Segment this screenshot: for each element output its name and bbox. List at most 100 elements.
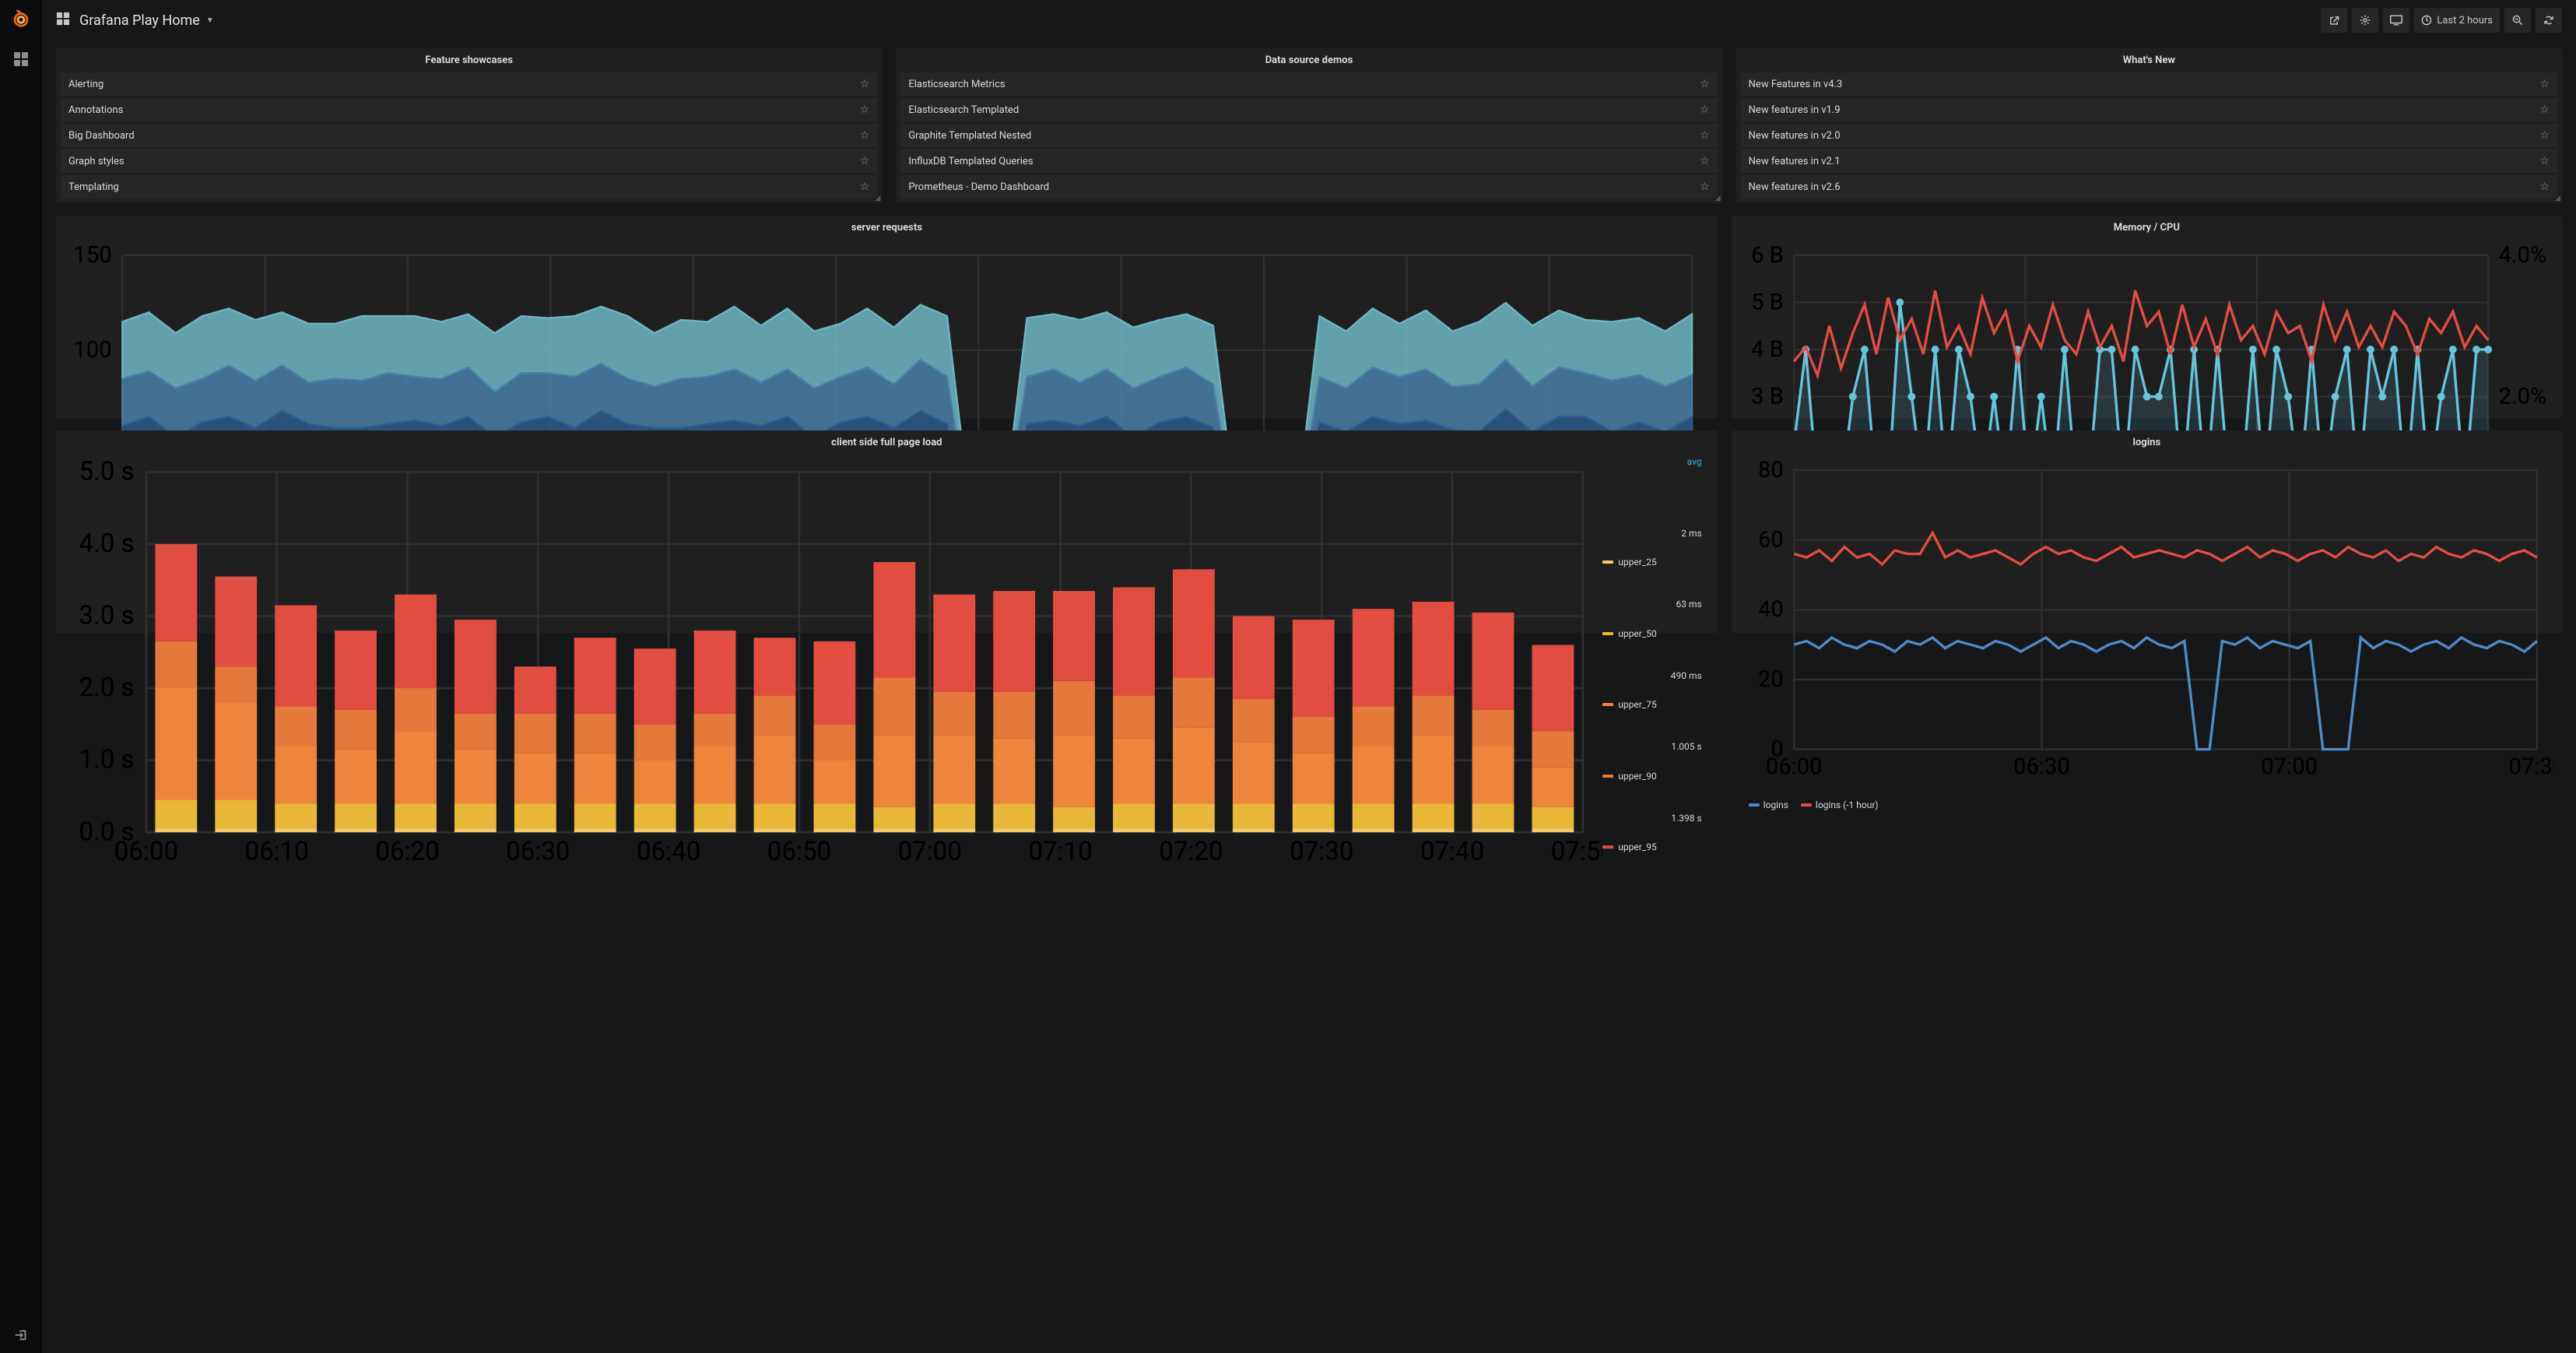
panel-title: logins — [1732, 430, 2562, 453]
svg-text:3 B: 3 B — [1751, 383, 1784, 409]
dashboard-link[interactable]: Annotations ☆ — [61, 98, 877, 121]
link-panel: Feature showcasesAlerting☆Annotations☆Bi… — [56, 48, 882, 203]
star-icon[interactable]: ☆ — [1700, 181, 1710, 193]
legend-item[interactable]: upper_95 — [1602, 813, 1656, 882]
svg-text:06:00: 06:00 — [114, 837, 178, 867]
dashboard-link[interactable]: New features in v2.0 ☆ — [1741, 124, 2557, 147]
star-icon[interactable]: ☆ — [2539, 78, 2550, 90]
svg-text:40: 40 — [1758, 596, 1784, 623]
dashboard-link-label: Alerting — [68, 79, 104, 90]
star-icon[interactable]: ☆ — [2539, 129, 2550, 142]
settings-button[interactable] — [2352, 8, 2378, 33]
dashboard-link-label: Elasticsearch Metrics — [908, 79, 1005, 90]
legend-item[interactable]: upper_25 — [1602, 528, 1656, 597]
dashboard-link[interactable]: New features in v2.6 ☆ — [1741, 175, 2557, 199]
time-range-label: Last 2 hours — [2437, 15, 2493, 26]
panel-title: Data source demos — [896, 48, 1721, 71]
svg-text:06:10: 06:10 — [245, 837, 309, 867]
svg-text:07:50: 07:50 — [1551, 837, 1603, 867]
resize-handle[interactable]: ◢ — [2555, 195, 2560, 202]
dashboard-link[interactable]: New Features in v4.3 ☆ — [1741, 72, 2557, 96]
dashboard-link-label: New features in v2.1 — [1749, 156, 1841, 167]
legend-item[interactable]: logins (-1 hour) — [1801, 800, 1879, 810]
panel-memory-cpu: Memory / CPU0 B0.0%1 B2 B3 B2.0%4 B5 B6 … — [1732, 216, 2562, 418]
legend-item[interactable]: upper_75 — [1602, 670, 1656, 740]
resize-handle[interactable]: ◢ — [1715, 195, 1721, 202]
svg-text:06:20: 06:20 — [375, 837, 439, 867]
dashboard-link[interactable]: New features in v2.1 ☆ — [1741, 149, 2557, 173]
dashboard-link-label: Templating — [68, 181, 119, 193]
svg-text:06:40: 06:40 — [637, 837, 700, 867]
star-icon[interactable]: ☆ — [860, 129, 870, 142]
star-icon[interactable]: ☆ — [1700, 129, 1710, 142]
dashboard-title-dropdown[interactable]: Grafana Play Home ▼ — [56, 12, 214, 29]
grafana-logo-icon[interactable] — [10, 8, 32, 30]
svg-text:150: 150 — [73, 242, 111, 269]
dashboard-link-label: Big Dashboard — [68, 130, 135, 142]
star-icon[interactable]: ☆ — [1700, 104, 1710, 116]
dashboard-link[interactable]: Alerting ☆ — [61, 72, 877, 96]
legend-item[interactable]: logins — [1749, 800, 1788, 810]
svg-text:06:00: 06:00 — [1766, 754, 1823, 780]
star-icon[interactable]: ☆ — [860, 155, 870, 167]
dashboard-link[interactable]: Big Dashboard ☆ — [61, 124, 877, 147]
legend-item[interactable]: upper_50 — [1602, 599, 1656, 668]
svg-text:6 B: 6 B — [1751, 242, 1784, 269]
panel-title: Memory / CPU — [1732, 216, 2562, 238]
panel-server-requests: server requests05010015006:0006:1006:200… — [56, 216, 1718, 418]
time-range-picker[interactable]: Last 2 hours — [2414, 8, 2500, 33]
dashboard-link-label: New features in v2.6 — [1749, 181, 1841, 193]
panel-title: client side full page load — [56, 430, 1718, 453]
svg-text:100: 100 — [73, 337, 111, 364]
dashboard-link[interactable]: InfluxDB Templated Queries☆ — [900, 149, 1717, 173]
star-icon[interactable]: ☆ — [860, 104, 870, 116]
tv-mode-button[interactable] — [2383, 8, 2409, 33]
link-panel: What's NewNew Features in v4.3☆New featu… — [1736, 48, 2562, 203]
dashboard-link-label: New Features in v4.3 — [1749, 79, 1843, 90]
panel-title: Feature showcases — [56, 48, 882, 71]
dashboards-icon[interactable] — [13, 51, 29, 70]
dashboard-link[interactable]: Templating ☆ — [61, 175, 877, 199]
svg-text:07:00: 07:00 — [898, 837, 962, 867]
svg-text:4 B: 4 B — [1751, 336, 1784, 363]
dashboard-link-label: New features in v2.0 — [1749, 130, 1841, 142]
star-icon[interactable]: ☆ — [860, 181, 870, 193]
dashboard-link[interactable]: Prometheus - Demo Dashboard ☆ — [900, 175, 1717, 199]
signin-icon[interactable] — [14, 1328, 28, 1345]
dashboard-link[interactable]: Elasticsearch Metrics ☆ — [900, 72, 1717, 96]
svg-text:2.0%: 2.0% — [2498, 383, 2546, 409]
svg-text:07:30: 07:30 — [2508, 754, 2554, 780]
star-icon[interactable]: ☆ — [2539, 181, 2550, 193]
star-icon[interactable]: ☆ — [1700, 78, 1710, 90]
dashboard-link[interactable]: Graph styles ☆ — [61, 149, 877, 173]
dashboard-link-label: Prometheus - Demo Dashboard — [908, 181, 1049, 193]
dashboard-link[interactable]: Graphite Templated Nested☆ — [900, 124, 1717, 147]
dashboard-link[interactable]: Elasticsearch Templated☆ — [900, 98, 1717, 121]
svg-text:07:40: 07:40 — [1420, 837, 1484, 867]
dashboard-link[interactable]: New features in v1.9☆ — [1741, 98, 2557, 121]
dashboard-link-label: Annotations — [68, 104, 123, 116]
share-button[interactable] — [2321, 8, 2347, 33]
panel-title: server requests — [56, 216, 1718, 238]
svg-text:5 B: 5 B — [1751, 289, 1784, 315]
svg-text:06:30: 06:30 — [506, 837, 570, 867]
dashboard-title: Grafana Play Home — [79, 12, 200, 29]
star-icon[interactable]: ☆ — [860, 78, 870, 90]
left-rail — [0, 0, 42, 1353]
legend-item[interactable]: upper_90 — [1602, 741, 1656, 810]
zoom-out-button[interactable] — [2504, 8, 2531, 33]
resize-handle[interactable]: ◢ — [875, 195, 880, 202]
svg-text:4.0 s: 4.0 s — [79, 529, 134, 559]
star-icon[interactable]: ☆ — [2539, 104, 2550, 116]
svg-text:07:10: 07:10 — [1028, 837, 1092, 867]
star-icon[interactable]: ☆ — [1700, 155, 1710, 167]
link-panel: Data source demosElasticsearch Metrics☆E… — [896, 48, 1721, 203]
svg-text:2.0 s: 2.0 s — [79, 673, 134, 703]
svg-text:80: 80 — [1758, 457, 1784, 483]
refresh-button[interactable] — [2536, 8, 2562, 33]
dashboard-link-label: Graph styles — [68, 156, 125, 167]
panel-logins: logins02040608006:0006:3007:0007:30login… — [1732, 430, 2562, 633]
topbar: Grafana Play Home ▼ Last 2 hours — [42, 0, 2576, 40]
star-icon[interactable]: ☆ — [2539, 155, 2550, 167]
svg-text:07:20: 07:20 — [1159, 837, 1223, 867]
